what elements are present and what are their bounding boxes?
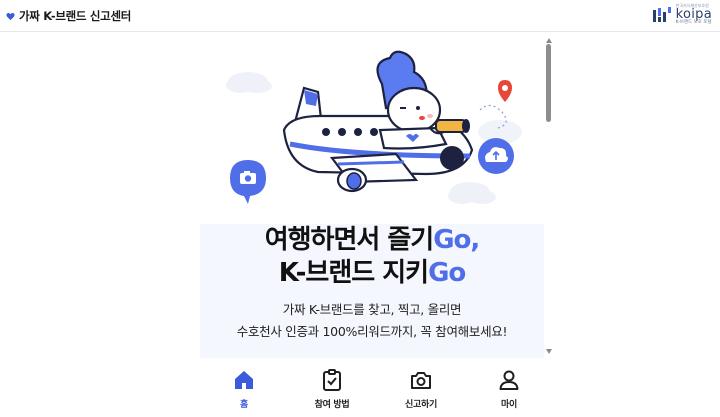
scroll-down-arrow-icon[interactable]	[546, 349, 552, 354]
hero-illustration	[226, 50, 522, 204]
camera-icon	[411, 372, 431, 389]
scroll-thumb[interactable]	[546, 44, 551, 122]
cloud-right	[448, 182, 496, 204]
heart-shield-icon	[6, 12, 15, 20]
nav-item-my[interactable]: 마이	[474, 368, 544, 410]
nav-label-my: 마이	[501, 400, 517, 410]
logo-bars-icon	[652, 6, 671, 22]
app-header: 가짜 K-브랜드 신고센터 한국지식재산보호원 koipa K-브랜드 보호 포…	[0, 0, 720, 32]
hero-subtext-line2: 수호천사 인증과 100%리워드까지, 꼭 참여해보세요!	[236, 324, 508, 339]
app-title: 가짜 K-브랜드 신고센터	[19, 9, 132, 23]
koipa-logo[interactable]: 한국지식재산보호원 koipa K-브랜드 보호 포털	[652, 4, 712, 26]
app-root: 가짜 K-브랜드 신고센터 한국지식재산보호원 koipa K-브랜드 보호 포…	[0, 0, 720, 417]
bottom-navigation: 홈 참여 방법 신고하기 마이	[200, 360, 544, 417]
hero-headline-line1: 여행하면서 즐기Go,	[264, 225, 481, 255]
cloud-left	[226, 72, 272, 93]
camera-bubble-icon	[230, 160, 266, 204]
accent-go: Go	[428, 258, 466, 288]
main-content[interactable]: 여행하면서 즐기Go, K-브랜드 지키Go 가짜 K-브랜드를 찾고, 찍고,…	[200, 32, 544, 358]
location-pin-icon	[498, 80, 512, 102]
accent-go: Go,	[433, 225, 480, 255]
hero-subtext: 가짜 K-브랜드를 찾고, 찍고, 올리면 수호천사 인증과 100%리워드까지…	[200, 299, 544, 343]
hero-headline-line2: K-브랜드 지키Go	[278, 258, 467, 288]
hero-text-block: 여행하면서 즐기Go, K-브랜드 지키Go 가짜 K-브랜드를 찾고, 찍고,…	[200, 224, 544, 358]
nav-label-report: 신고하기	[405, 400, 437, 410]
upload-cloud-bubble-icon	[478, 138, 514, 174]
vertical-scrollbar[interactable]	[545, 36, 553, 356]
home-icon	[235, 371, 253, 389]
logo-subtitle: K-브랜드 보호 포털	[675, 20, 712, 25]
clipboard-check-icon	[323, 369, 341, 391]
user-icon	[499, 370, 519, 390]
brand[interactable]: 가짜 K-브랜드 신고센터	[6, 8, 131, 24]
hero-subtext-line1: 가짜 K-브랜드를 찾고, 찍고, 올리면	[282, 302, 462, 317]
scroll-up-arrow-icon[interactable]	[546, 38, 552, 43]
nav-item-report[interactable]: 신고하기	[386, 368, 456, 410]
nav-label-home: 홈	[240, 400, 248, 410]
nav-label-how-to-participate: 참여 방법	[314, 400, 350, 410]
nav-item-how-to-participate[interactable]: 참여 방법	[297, 368, 367, 410]
nav-item-home[interactable]: 홈	[209, 368, 279, 410]
